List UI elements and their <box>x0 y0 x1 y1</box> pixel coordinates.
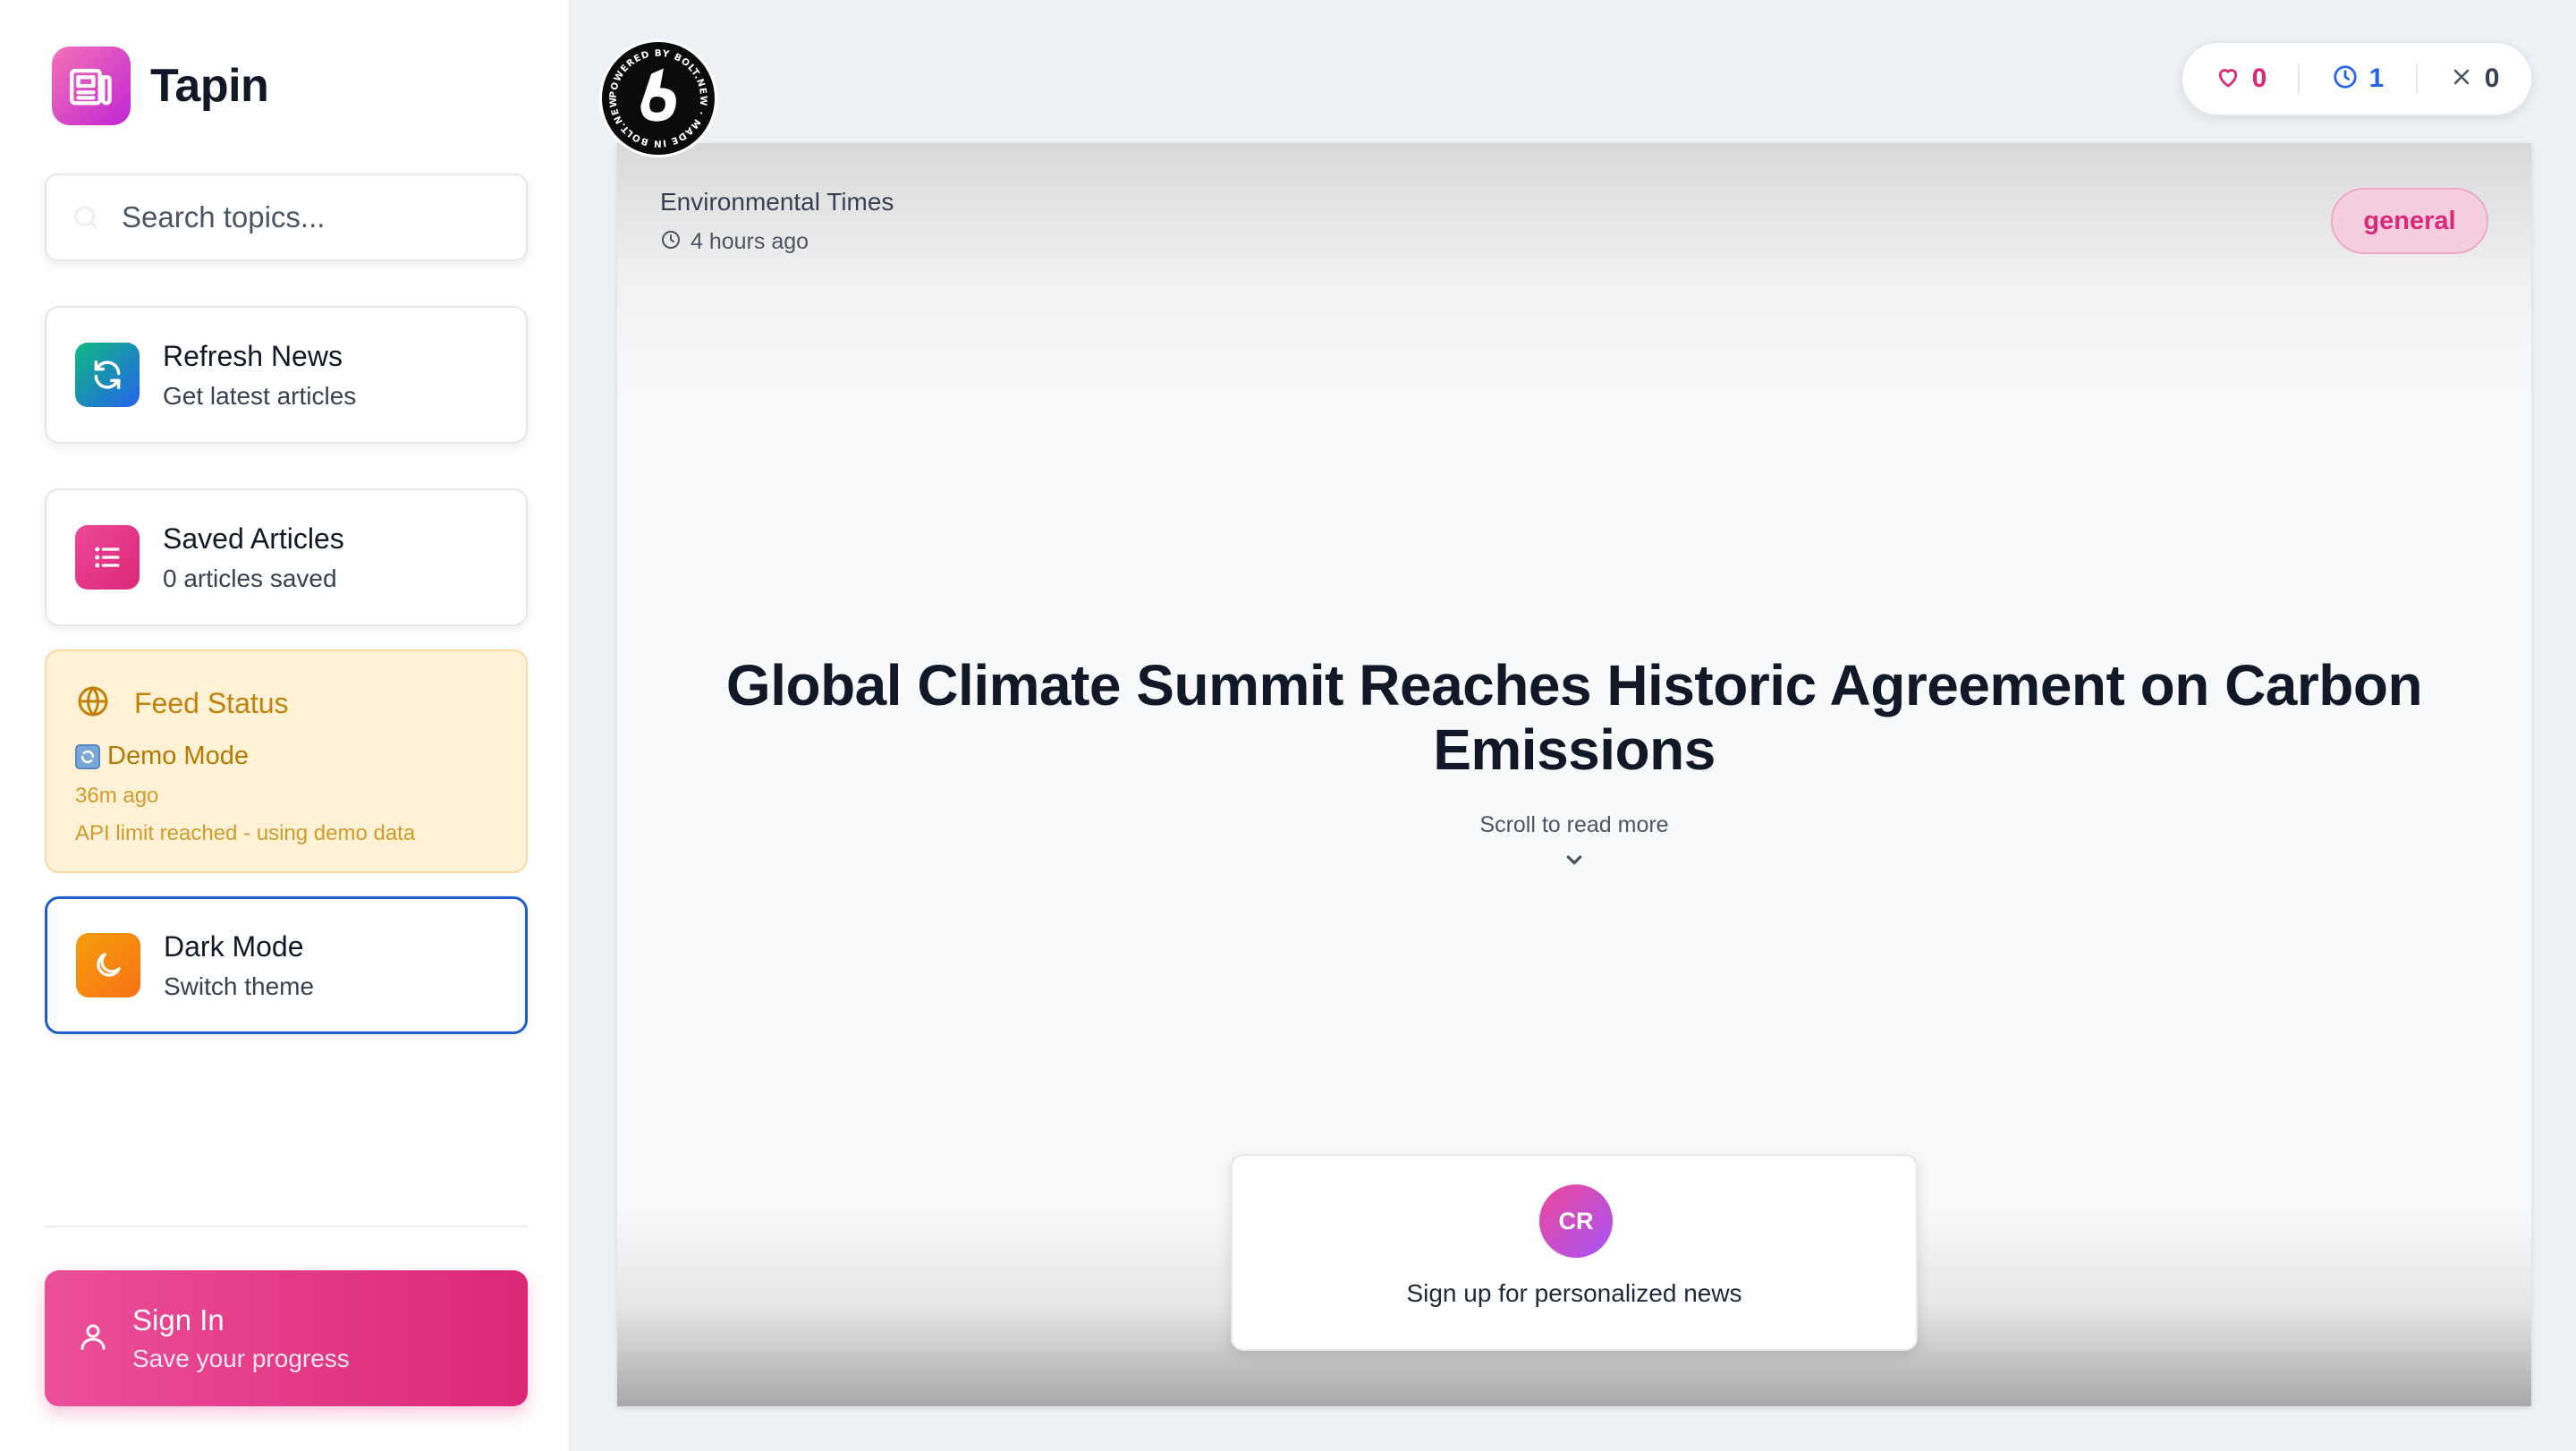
moon-icon <box>76 933 140 997</box>
liked-value: 0 <box>2251 64 2267 93</box>
demo-mode-icon <box>75 743 100 769</box>
skipped-value: 0 <box>2484 64 2500 93</box>
demo-mode-label: Demo Mode <box>107 742 249 770</box>
heart-icon <box>2215 64 2241 95</box>
search-icon <box>68 199 104 235</box>
article-headline: Global Climate Summit Reaches Historic A… <box>725 653 2423 782</box>
skipped-count[interactable]: 0 <box>2449 64 2500 94</box>
clock-icon <box>2332 64 2359 95</box>
user-icon <box>77 1320 109 1357</box>
brand[interactable]: Tapin <box>52 47 269 125</box>
article-card[interactable]: Environmental Times 4 hours ago general … <box>617 143 2531 1406</box>
chevron-down-icon[interactable] <box>1556 850 1592 878</box>
newspaper-icon <box>52 47 131 125</box>
stats-pill: 0 1 0 <box>2181 41 2533 116</box>
scroll-hint: Scroll to read more <box>1479 812 1669 837</box>
sign-in-button[interactable]: Sign In Save your progress <box>45 1270 528 1406</box>
avatar: CR <box>1539 1184 1613 1258</box>
bolt-badge[interactable]: POWERED BY BOLT.NEW · MADE IN BOLT.NEW · <box>599 39 717 157</box>
feed-updated-time: 36m ago <box>75 784 159 808</box>
clock-icon <box>660 229 682 255</box>
sign-in-subtitle: Save your progress <box>132 1345 350 1372</box>
list-icon <box>75 525 140 590</box>
refresh-subtitle: Get latest articles <box>163 381 357 410</box>
later-count[interactable]: 1 <box>2332 64 2385 95</box>
sidebar: Tapin Refresh News Get latest articles <box>0 0 571 1451</box>
sign-in-title: Sign In <box>132 1303 225 1336</box>
stat-separator <box>2298 64 2301 94</box>
search-box[interactable] <box>45 174 528 261</box>
feed-status-note: API limit reached - using demo data <box>75 821 416 845</box>
refresh-title: Refresh News <box>163 339 343 372</box>
stat-separator <box>2415 64 2418 94</box>
sidebar-divider <box>45 1226 528 1227</box>
dark-mode-toggle[interactable]: Dark Mode Switch theme <box>45 896 528 1034</box>
feed-status-panel: Feed Status Demo Mode 36m ago API limit … <box>45 649 528 873</box>
article-time: 4 hours ago <box>660 229 809 255</box>
signup-prompt[interactable]: CR Sign up for personalized news <box>1231 1154 1918 1351</box>
globe-icon <box>75 683 111 724</box>
refresh-news-button[interactable]: Refresh News Get latest articles <box>45 306 528 444</box>
article-source: Environmental Times <box>660 188 894 216</box>
bolt-logo-icon <box>640 68 676 122</box>
saved-articles-button[interactable]: Saved Articles 0 articles saved <box>45 488 528 626</box>
feed-status-title: Feed Status <box>134 687 289 719</box>
saved-count: 0 articles saved <box>163 564 337 592</box>
dark-mode-title: Dark Mode <box>164 929 304 963</box>
app-name: Tapin <box>150 60 269 112</box>
liked-count[interactable]: 0 <box>2215 64 2267 95</box>
search-input[interactable] <box>122 200 497 234</box>
dark-mode-subtitle: Switch theme <box>164 972 315 1000</box>
refresh-icon <box>75 343 140 407</box>
saved-title: Saved Articles <box>163 522 344 555</box>
article-time-text: 4 hours ago <box>691 229 809 254</box>
x-icon <box>2449 64 2474 94</box>
signup-text: Sign up for personalized news <box>1406 1279 1742 1307</box>
later-value: 1 <box>2368 64 2385 93</box>
category-badge[interactable]: general <box>2331 188 2488 254</box>
